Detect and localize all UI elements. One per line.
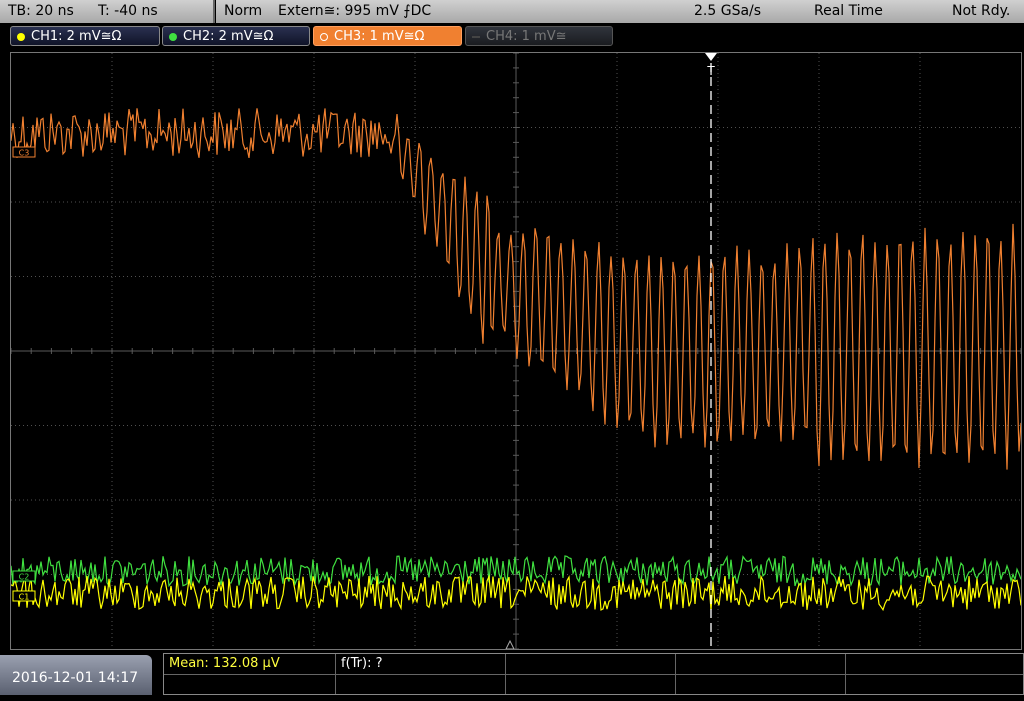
channel-3-indicator-icon bbox=[320, 33, 328, 41]
measurement-empty-cell[interactable] bbox=[164, 674, 336, 694]
channel-3-marker-label: C3 bbox=[19, 149, 30, 158]
bottom-bar: 2016-12-01 14:17 Mean: 132.08 µV f(Tr): … bbox=[0, 653, 1024, 695]
channel-1-indicator-icon bbox=[17, 33, 25, 41]
measurement-empty-cell[interactable] bbox=[676, 674, 846, 694]
channel-2-indicator-icon bbox=[169, 33, 177, 41]
measurement-mean[interactable]: Mean: 132.08 µV bbox=[164, 654, 336, 674]
measurement-empty-cell[interactable] bbox=[846, 654, 1023, 674]
channel-1-marker-label: C1 bbox=[19, 593, 30, 602]
trigger-marker-icon[interactable]: T bbox=[705, 53, 717, 78]
sample-rate: 2.5 GSa/s bbox=[694, 3, 762, 19]
channel-2-label: CH2: 2 mV≅Ω bbox=[183, 29, 274, 44]
trigger-mode: Norm bbox=[224, 3, 263, 19]
channel-3-offset-marker[interactable]: C3 bbox=[12, 146, 36, 158]
channel-2-marker-label: C2 bbox=[19, 573, 30, 582]
trigger-marker-label: T bbox=[706, 64, 715, 78]
channel-4-button[interactable]: CH4: 1 mV≅ bbox=[465, 26, 613, 46]
measurement-empty-cell[interactable] bbox=[506, 654, 676, 674]
acquisition-status: Not Rdy. bbox=[952, 3, 1011, 19]
measurement-empty-cell[interactable] bbox=[336, 674, 506, 694]
channel-1-button[interactable]: CH1: 2 mV≅Ω bbox=[10, 26, 160, 46]
trigger-panel[interactable]: Norm Extern≅: 995 mV ⨍DC 2.5 GSa/s Real … bbox=[216, 0, 1024, 23]
channel-2-button[interactable]: CH2: 2 mV≅Ω bbox=[162, 26, 310, 46]
waveform-display[interactable]: T C3 C2 C1 bbox=[11, 53, 1021, 649]
datetime-display: 2016-12-01 14:17 bbox=[0, 655, 152, 695]
center-position-icon bbox=[505, 639, 515, 649]
channel-3-label: CH3: 1 mV≅Ω bbox=[334, 29, 425, 44]
channel-3-button[interactable]: CH3: 1 mV≅Ω bbox=[313, 26, 462, 46]
measurement-table[interactable]: Mean: 132.08 µV f(Tr): ? bbox=[163, 653, 1024, 695]
acquisition-mode: Real Time bbox=[814, 3, 883, 19]
channel-4-label: CH4: 1 mV≅ bbox=[486, 29, 567, 44]
measurement-rise-frequency[interactable]: f(Tr): ? bbox=[336, 654, 506, 674]
trigger-time-value: T: -40 ns bbox=[98, 3, 158, 19]
channel-1-offset-marker[interactable]: C1 bbox=[12, 590, 36, 602]
timebase-panel[interactable]: TB: 20 ns T: -40 ns bbox=[0, 0, 215, 23]
measurement-row bbox=[164, 674, 1023, 694]
measurement-empty-cell[interactable] bbox=[506, 674, 676, 694]
channel-4-indicator-icon bbox=[472, 36, 480, 38]
channel-2-offset-marker[interactable]: C2 bbox=[12, 570, 36, 582]
trigger-source: Extern≅: 995 mV ⨍DC bbox=[278, 3, 432, 19]
timebase-value: TB: 20 ns bbox=[8, 3, 74, 19]
measurement-empty-cell[interactable] bbox=[846, 674, 1023, 694]
top-status-bar: TB: 20 ns T: -40 ns Norm Extern≅: 995 mV… bbox=[0, 0, 1024, 24]
channel-bar: CH1: 2 mV≅Ω CH2: 2 mV≅Ω CH3: 1 mV≅Ω CH4:… bbox=[0, 26, 1024, 48]
measurement-empty-cell[interactable] bbox=[676, 654, 846, 674]
channel-1-label: CH1: 2 mV≅Ω bbox=[31, 29, 122, 44]
measurement-row: Mean: 132.08 µV f(Tr): ? bbox=[164, 654, 1023, 675]
